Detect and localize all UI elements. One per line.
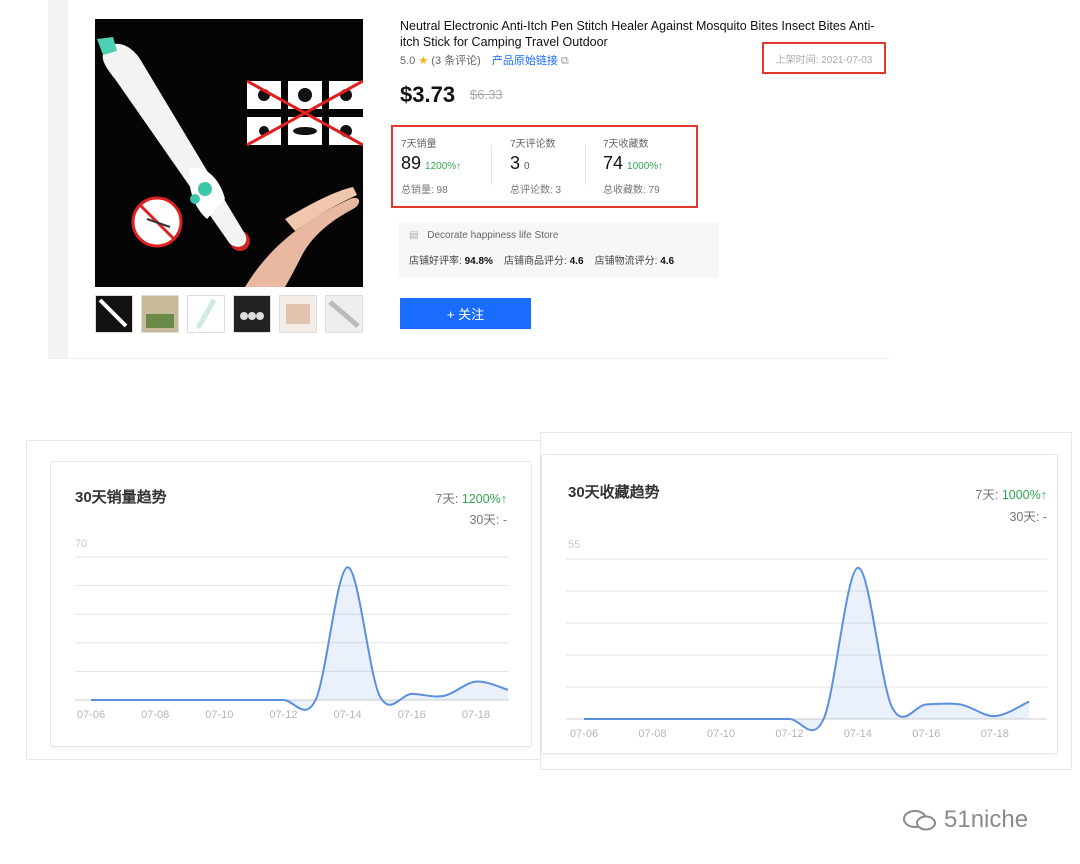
stats-box: 7天销量 89 1200%↑ 总销量: 98 7天评论数 30 总评论数: 3 7… xyxy=(391,125,698,208)
x-tick-label: 07-12 xyxy=(269,709,297,721)
data-point[interactable] xyxy=(377,693,383,699)
x-tick-label: 07-14 xyxy=(334,709,362,721)
thumbnail-3[interactable] xyxy=(187,295,225,333)
data-point[interactable] xyxy=(216,697,222,703)
y-tick-label: 55 xyxy=(568,539,580,551)
rating-row: 5.0 ★ (3 条评论) 产品原始链接 ⧉ xyxy=(400,52,569,68)
goods-score-value: 4.6 xyxy=(569,256,584,267)
stat-change: 1000%↑ xyxy=(627,161,664,172)
x-tick-label: 07-16 xyxy=(912,728,940,740)
logistics-score-label: 店铺物流评分: xyxy=(594,256,658,267)
data-point[interactable] xyxy=(718,716,724,722)
watermark: 51niche xyxy=(902,806,1028,834)
x-tick-label: 07-16 xyxy=(398,709,426,721)
data-point[interactable] xyxy=(752,716,758,722)
x-tick-label: 07-06 xyxy=(77,709,105,721)
data-point[interactable] xyxy=(120,697,126,703)
data-point[interactable] xyxy=(889,704,895,710)
x-tick-label: 07-10 xyxy=(707,728,735,740)
store-icon: ▤ xyxy=(409,230,419,241)
listed-time: 上架时间: 2021-07-03 xyxy=(762,42,886,74)
stat-label: 7天收藏数 xyxy=(603,139,649,150)
thumbnail-6[interactable] xyxy=(325,295,363,333)
data-point[interactable] xyxy=(649,716,655,722)
series-area xyxy=(91,567,508,710)
stat-change: 1200%↑ xyxy=(425,161,462,172)
x-tick-label: 07-18 xyxy=(981,728,1009,740)
star-icon: ★ xyxy=(418,55,429,67)
positive-rate-label: 店铺好评率: xyxy=(409,256,462,267)
product-main-image[interactable] xyxy=(95,19,363,287)
data-point[interactable] xyxy=(248,697,254,703)
store-scores: 店铺好评率: 94.8% 店铺商品评分: 4.6 店铺物流评分: 4.6 xyxy=(409,252,674,267)
data-point[interactable] xyxy=(992,713,998,719)
stat-total: 总销量: 98 xyxy=(401,185,448,196)
stat-label: 7天销量 xyxy=(401,139,437,150)
data-point[interactable] xyxy=(88,697,94,703)
stat-value: 89 xyxy=(401,153,422,173)
x-tick-label: 07-08 xyxy=(141,709,169,721)
stat-change: 0 xyxy=(524,161,530,172)
stat-divider xyxy=(585,145,586,185)
data-point[interactable] xyxy=(184,697,190,703)
data-point[interactable] xyxy=(923,701,929,707)
positive-rate-value: 94.8% xyxy=(464,256,493,267)
stat-total: 总评论数: 3 xyxy=(510,185,562,196)
stat-divider xyxy=(491,145,492,185)
y-tick-label: 70 xyxy=(75,538,87,550)
data-point[interactable] xyxy=(615,716,621,722)
x-tick-label: 07-10 xyxy=(205,709,233,721)
sales-trend-panel: 30天销量趋势 7天: 1200%↑ 30天: - 70 07-06 07-08 07… xyxy=(50,461,532,747)
original-price: $6.33 xyxy=(470,87,503,102)
watermark-text: 51niche xyxy=(944,806,1029,833)
goods-score-label: 店铺商品评分: xyxy=(504,256,567,267)
favorites-trend-panel: 30天收藏趋势 7天: 1000%↑ 30天: - 55 07-06 07-08 07… xyxy=(541,454,1058,754)
data-point[interactable] xyxy=(505,687,511,693)
data-point[interactable] xyxy=(855,565,861,571)
data-point[interactable] xyxy=(581,716,587,722)
stat-total: 总收藏数: 79 xyxy=(603,185,660,196)
thumbnail-5[interactable] xyxy=(279,295,317,333)
data-point[interactable] xyxy=(409,691,415,697)
data-point[interactable] xyxy=(821,716,827,722)
source-link[interactable]: 产品原始链接 xyxy=(492,55,558,67)
x-tick-label: 07-18 xyxy=(462,709,490,721)
x-tick-label: 07-12 xyxy=(775,728,803,740)
data-point[interactable] xyxy=(958,701,964,707)
price: $3.73 xyxy=(400,82,456,107)
favorites-trend-chart: 55 07-06 07-08 07-10 07-12 07-14 07-16 07-18 xyxy=(566,539,1047,740)
data-point[interactable] xyxy=(152,697,158,703)
data-point[interactable] xyxy=(441,693,447,699)
thumbnail-4[interactable] xyxy=(233,295,271,333)
x-tick-label: 07-08 xyxy=(638,728,666,740)
x-tick-label: 07-06 xyxy=(570,728,598,740)
card-side-strip xyxy=(48,0,68,358)
stat-value: 74 xyxy=(603,153,624,173)
stat-label: 7天评论数 xyxy=(510,139,556,150)
review-count[interactable]: (3 条评论) xyxy=(431,55,481,67)
wechat-icon xyxy=(903,810,936,831)
data-point[interactable] xyxy=(313,697,319,703)
data-point[interactable] xyxy=(786,716,792,722)
x-tick-label: 07-14 xyxy=(844,728,872,740)
store-name[interactable]: Decorate happiness life Store xyxy=(427,230,558,241)
data-point[interactable] xyxy=(1026,699,1032,705)
store-info: ▤ Decorate happiness life Store 店铺好评率: 9… xyxy=(399,222,719,278)
data-point[interactable] xyxy=(280,697,286,703)
sales-trend-chart: 70 07-06 07-08 07-10 07-12 07-14 07-16 07-18 xyxy=(75,538,511,721)
stat-value: 3 xyxy=(510,153,521,173)
data-point[interactable] xyxy=(684,716,690,722)
rating-value: 5.0 xyxy=(400,55,416,67)
thumbnail-2[interactable] xyxy=(141,295,179,333)
copy-icon[interactable]: ⧉ xyxy=(561,55,569,67)
data-point[interactable] xyxy=(473,679,479,685)
follow-button[interactable]: + 关注 xyxy=(400,298,531,329)
series-line[interactable] xyxy=(90,566,509,711)
data-point[interactable] xyxy=(345,564,351,570)
logistics-score-value: 4.6 xyxy=(660,256,675,267)
thumbnail-1[interactable] xyxy=(95,295,133,333)
